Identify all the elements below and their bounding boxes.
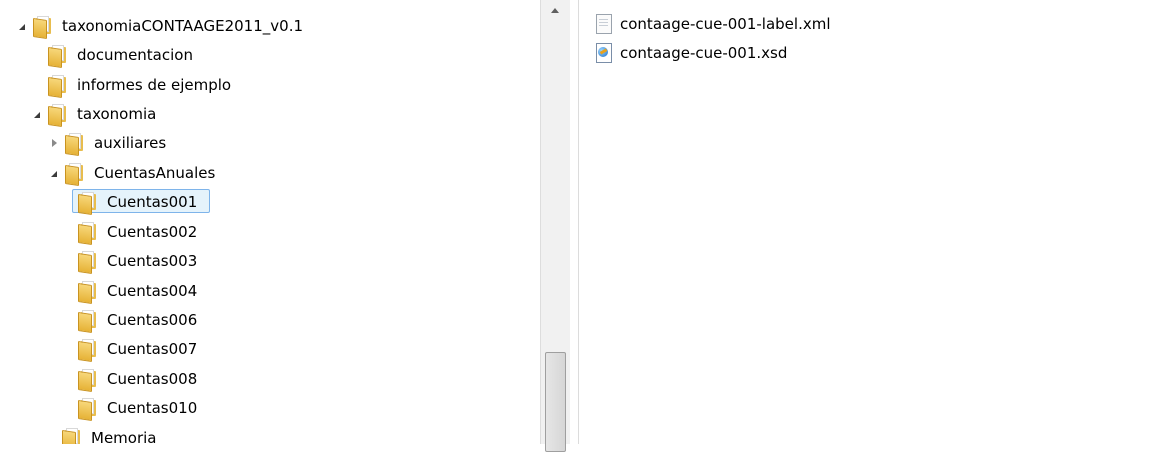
file-item-label: contaage-cue-001-label.xml [620,15,831,33]
folder-icon [78,310,100,333]
tree-item-auxiliares[interactable]: auxiliares [48,131,167,156]
folder-icon [48,104,70,127]
tree-item-documentacion[interactable]: documentacion [48,43,193,68]
folder-icon [48,75,70,98]
tree-item-cuentasanuales[interactable]: CuentasAnuales [48,161,216,186]
tree-item-cuentas003[interactable]: Cuentas003 [78,249,198,274]
folder-icon [78,281,100,304]
tree-item-label: Memoria [91,429,157,444]
tree-item-label: taxonomia [77,105,157,123]
tree-item-label: taxonomiaCONTAAGE2011_v0.1 [62,17,304,35]
folder-icon [78,192,100,215]
folder-icon [48,45,70,68]
file-item-label-xml[interactable]: contaage-cue-001-label.xml [596,12,831,36]
tree-item-label: Cuentas008 [107,370,198,388]
folder-icon [65,133,87,156]
folder-icon [65,163,87,186]
tree-item-label: Cuentas001 [107,193,198,211]
folder-icon [78,222,100,245]
tree-item-label: Cuentas002 [107,223,198,241]
tree-scrollbar[interactable] [540,0,570,452]
tree-item-taxonomia[interactable]: taxonomia [31,102,157,127]
tree-item-memoria[interactable]: Memoria [62,426,157,444]
expand-arrow-icon[interactable] [16,20,28,32]
folder-icon [78,339,100,362]
file-list-pane: contaage-cue-001-label.xml contaage-cue-… [579,0,1161,444]
folder-icon [78,369,100,392]
collapse-arrow-icon[interactable] [48,137,60,149]
xml-file-icon [596,14,612,34]
folder-icon [78,398,100,421]
tree-item-informes-de-ejemplo[interactable]: informes de ejemplo [48,73,232,98]
tree-item-label: CuentasAnuales [94,164,216,182]
tree-item-label: informes de ejemplo [77,76,232,94]
tree-item-label: documentacion [77,46,193,64]
tree-item-cuentas010[interactable]: Cuentas010 [78,396,198,421]
file-item-label: contaage-cue-001.xsd [620,44,788,62]
tree-item-label: Cuentas006 [107,311,198,329]
tree-item-label: auxiliares [94,134,167,152]
folder-icon [62,428,84,444]
tree-item-cuentas008[interactable]: Cuentas008 [78,367,198,392]
folder-icon [33,16,55,39]
scrollbar-thumb[interactable] [545,352,566,452]
tree-item-taxonomiacontaage2011[interactable]: taxonomiaCONTAAGE2011_v0.1 [16,14,304,39]
expand-arrow-icon[interactable] [31,108,43,120]
tree-item-cuentas002[interactable]: Cuentas002 [78,220,198,245]
scroll-up-arrow-icon[interactable] [551,8,559,13]
tree-item-cuentas004[interactable]: Cuentas004 [78,279,198,304]
tree-item-label: Cuentas003 [107,252,198,270]
tree-item-cuentas006[interactable]: Cuentas006 [78,308,198,333]
tree-item-label: Cuentas010 [107,399,198,417]
file-item-xsd[interactable]: contaage-cue-001.xsd [596,41,787,65]
folder-tree-pane: taxonomiaCONTAAGE2011_v0.1 documentacion… [0,0,540,444]
tree-item-cuentas001[interactable]: Cuentas001 [78,190,198,215]
expand-arrow-icon[interactable] [48,167,60,179]
tree-item-label: Cuentas004 [107,282,198,300]
tree-item-label: Cuentas007 [107,340,198,358]
xsd-file-icon [596,43,612,63]
folder-icon [78,251,100,274]
tree-item-cuentas007[interactable]: Cuentas007 [78,337,198,362]
